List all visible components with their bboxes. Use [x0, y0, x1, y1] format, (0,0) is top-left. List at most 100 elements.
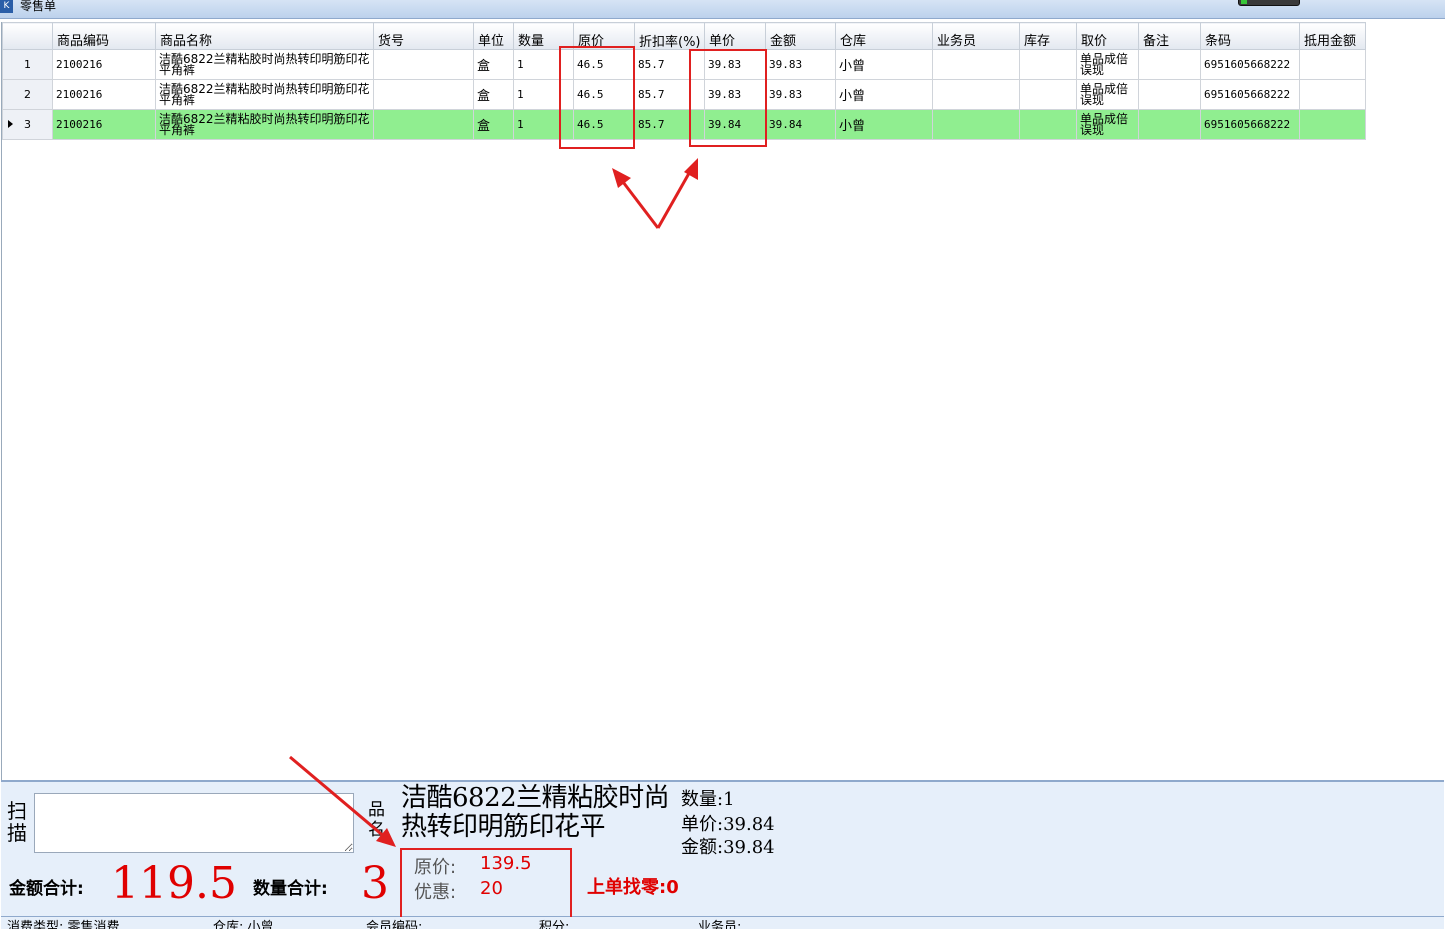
window-control-button[interactable]	[1238, 0, 1300, 6]
cell-code[interactable]: 2100216	[52, 79, 156, 110]
cell-salesman[interactable]	[932, 49, 1020, 80]
cell-salesman[interactable]	[932, 79, 1020, 110]
cell-warehouse[interactable]: 小曾	[835, 49, 933, 80]
total-qty-value: 3	[361, 858, 389, 909]
current-qty-value: 1	[723, 789, 735, 810]
table-row-selected[interactable]: 3 2100216 洁酷6822兰精粘胶时尚热转印明筋印花平角裤 盒 1 46.…	[2, 109, 1366, 140]
cell-name[interactable]: 洁酷6822兰精粘胶时尚热转印明筋印花平角裤	[155, 79, 374, 110]
last-change-label: 上单找零:	[587, 877, 667, 898]
window-title: 零售单	[20, 0, 57, 13]
cell-pricing[interactable]: 单品成倍误现	[1076, 49, 1139, 80]
last-change-value: 0	[666, 877, 679, 898]
table-row[interactable]: 1 2100216 洁酷6822兰精粘胶时尚热转印明筋印花平角裤 盒 1 46.…	[2, 49, 1366, 80]
original-price-value: 139.5	[480, 853, 532, 874]
cell-offset[interactable]	[1299, 79, 1366, 110]
cell-sku[interactable]	[373, 79, 474, 110]
col-header-discount[interactable]: 折扣率(%)	[634, 22, 705, 50]
scan-input[interactable]	[34, 793, 354, 853]
original-price-label: 原价:	[414, 857, 457, 878]
col-header-amount[interactable]: 金额	[765, 22, 836, 50]
title-bar: K 零售单	[0, 0, 1445, 19]
cell-barcode[interactable]: 6951605668222	[1200, 109, 1300, 140]
app-icon: K	[0, 0, 13, 13]
cell-sku[interactable]	[373, 109, 474, 140]
table-row[interactable]: 2 2100216 洁酷6822兰精粘胶时尚热转印明筋印花平角裤 盒 1 46.…	[2, 79, 1366, 110]
cell-pricing[interactable]: 单品成倍误现	[1076, 109, 1139, 140]
cell-sku[interactable]	[373, 49, 474, 80]
status-consume-type: 消费类型: 零售消费	[7, 920, 120, 929]
cell-note[interactable]	[1138, 79, 1201, 110]
original-price-line: 原价: 139.5	[414, 853, 532, 879]
col-header-rownum[interactable]	[2, 22, 53, 50]
cell-offset[interactable]	[1299, 109, 1366, 140]
cell-amount[interactable]: 39.84	[765, 109, 836, 140]
col-header-pricing[interactable]: 取价	[1076, 22, 1139, 50]
status-member-code: 会员编码:	[366, 920, 423, 929]
last-change: 上单找零:0	[587, 873, 679, 899]
current-price-value: 39.84	[723, 814, 775, 835]
row-number-text: 3	[24, 118, 31, 131]
product-name-label: 品名	[368, 800, 385, 840]
col-header-unit[interactable]: 单位	[473, 22, 514, 50]
cell-note[interactable]	[1138, 49, 1201, 80]
status-warehouse: 仓库: 小曾	[213, 920, 274, 929]
cell-amount[interactable]: 39.83	[765, 49, 836, 80]
grid-header-row: 商品编码 商品名称 货号 单位 数量 原价 折扣率(%) 单价 金额 仓库 业务…	[2, 22, 1366, 50]
cell-unit[interactable]: 盒	[473, 109, 514, 140]
total-qty-label: 数量合计:	[253, 879, 328, 899]
cell-amount[interactable]: 39.83	[765, 79, 836, 110]
cell-warehouse[interactable]: 小曾	[835, 79, 933, 110]
total-amount-value: 119.5	[111, 858, 237, 909]
cell-unit[interactable]: 盒	[473, 49, 514, 80]
current-qty: 数量:1	[681, 785, 735, 811]
cell-offset[interactable]	[1299, 49, 1366, 80]
col-header-offset[interactable]: 抵用金额	[1299, 22, 1366, 50]
col-header-sku[interactable]: 货号	[373, 22, 474, 50]
cell-name[interactable]: 洁酷6822兰精粘胶时尚热转印明筋印花平角裤	[155, 109, 374, 140]
current-qty-label: 数量:	[681, 789, 724, 810]
cell-salesman[interactable]	[932, 109, 1020, 140]
col-header-barcode[interactable]: 条码	[1200, 22, 1300, 50]
cell-barcode[interactable]: 6951605668222	[1200, 49, 1300, 80]
cell-code[interactable]: 2100216	[52, 49, 156, 80]
col-header-code[interactable]: 商品编码	[52, 22, 156, 50]
row-number[interactable]: 2	[2, 79, 53, 110]
col-header-unit-price[interactable]: 单价	[704, 22, 766, 50]
cell-name[interactable]: 洁酷6822兰精粘胶时尚热转印明筋印花平角裤	[155, 49, 374, 80]
cell-code[interactable]: 2100216	[52, 109, 156, 140]
discount-label: 优惠:	[414, 882, 457, 903]
annotation-box-orig-price	[559, 46, 635, 149]
discount-value: 20	[480, 878, 503, 899]
col-header-warehouse[interactable]: 仓库	[835, 22, 933, 50]
original-price-discount-box: 原价: 139.5 优惠: 20	[400, 848, 572, 922]
totals-panel: 金额合计: 119.5 数量合计: 3 原价: 139.5 优惠: 20 上单找…	[1, 848, 1444, 922]
col-header-stock[interactable]: 库存	[1019, 22, 1077, 50]
status-bar: 消费类型: 零售消费 仓库: 小曾 会员编码: 积分: 业务员:	[1, 917, 1444, 929]
total-amount-label: 金额合计:	[9, 879, 84, 899]
cell-unit[interactable]: 盒	[473, 79, 514, 110]
current-amount-value: 39.84	[723, 837, 775, 858]
cell-stock[interactable]	[1019, 109, 1077, 140]
col-header-salesman[interactable]: 业务员	[932, 22, 1020, 50]
col-header-name[interactable]: 商品名称	[155, 22, 374, 50]
cell-pricing[interactable]: 单品成倍误现	[1076, 79, 1139, 110]
status-points: 积分:	[539, 920, 570, 929]
current-row-marker-icon	[8, 120, 13, 128]
cell-note[interactable]	[1138, 109, 1201, 140]
col-header-note[interactable]: 备注	[1138, 22, 1201, 50]
sales-table: 商品编码 商品名称 货号 单位 数量 原价 折扣率(%) 单价 金额 仓库 业务…	[2, 22, 1366, 140]
current-price-label: 单价:	[681, 814, 724, 835]
scan-label: 扫描	[7, 799, 27, 845]
row-number[interactable]: 3	[2, 109, 53, 140]
cell-warehouse[interactable]: 小曾	[835, 109, 933, 140]
cell-stock[interactable]	[1019, 79, 1077, 110]
status-salesman: 业务员:	[698, 920, 742, 929]
current-product-name: 洁酷6822兰精粘胶时尚热转印明筋印花平	[401, 783, 670, 842]
annotation-box-unit-price	[689, 49, 767, 147]
scan-panel: 扫描 品名 洁酷6822兰精粘胶时尚热转印明筋印花平 数量:1 单价:39.84…	[1, 780, 1444, 858]
discount-line: 优惠: 20	[414, 878, 503, 904]
current-amount-label: 金额:	[681, 837, 724, 858]
cell-stock[interactable]	[1019, 49, 1077, 80]
row-number[interactable]: 1	[2, 49, 53, 80]
cell-barcode[interactable]: 6951605668222	[1200, 79, 1300, 110]
